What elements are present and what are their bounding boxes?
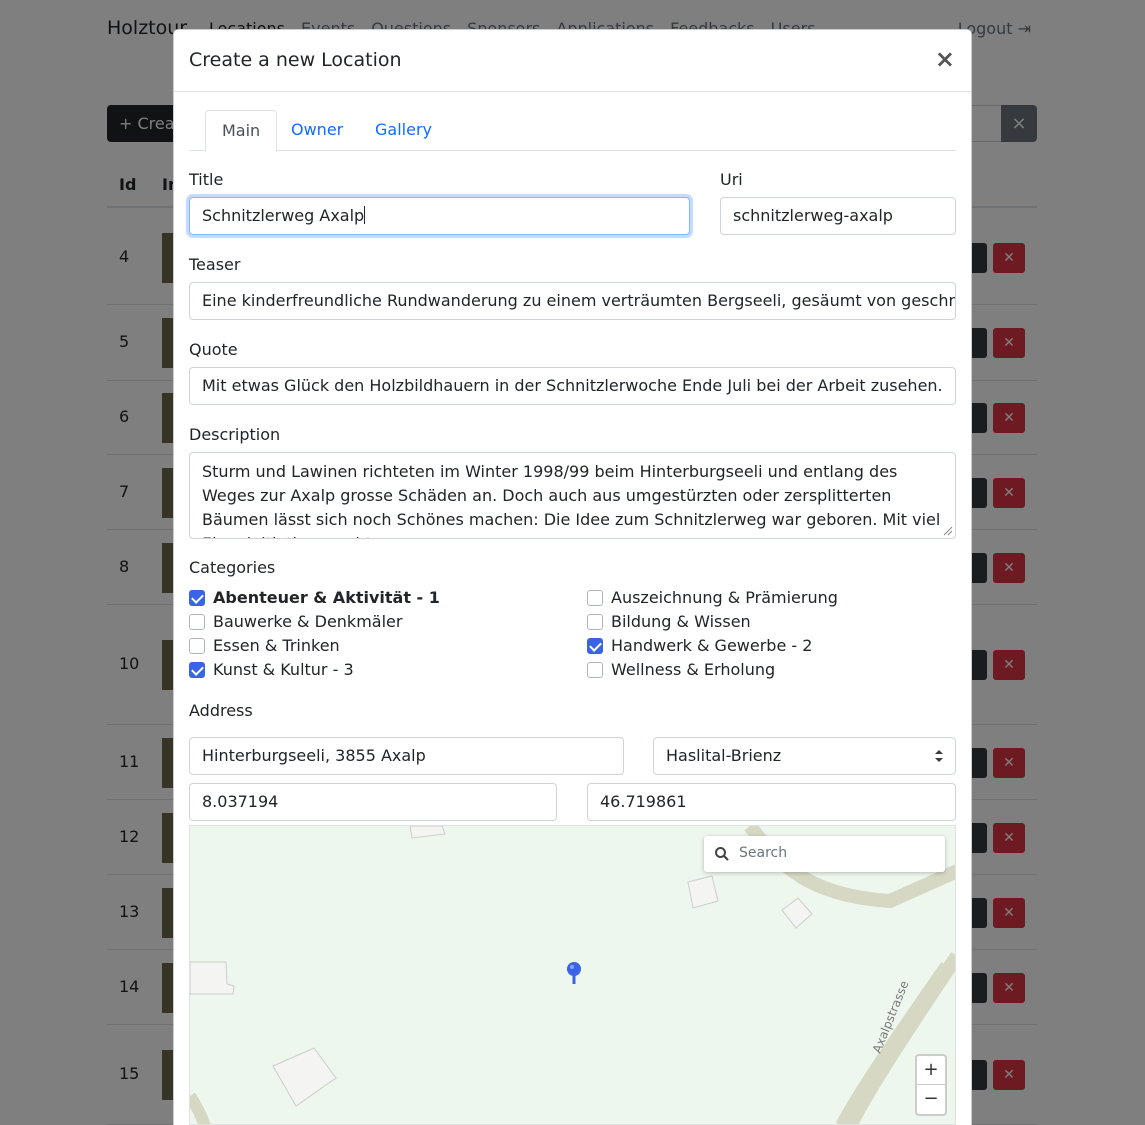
category-checkbox[interactable] — [587, 590, 603, 606]
quote-label: Quote — [189, 340, 238, 359]
categories-label: Categories — [189, 558, 276, 577]
title-input[interactable]: Schnitzlerweg Axalp — [189, 197, 690, 235]
category-checkbox[interactable] — [189, 590, 205, 606]
title-input-value: Schnitzlerweg Axalp — [202, 206, 365, 225]
zoom-in-button[interactable]: + — [917, 1056, 945, 1085]
search-icon — [715, 847, 729, 861]
map-road — [190, 1092, 211, 1124]
map-marker-icon[interactable] — [567, 962, 581, 984]
category-label: Auszeichnung & Prämierung — [611, 588, 838, 607]
map-building — [190, 961, 235, 995]
text-caret — [364, 206, 366, 224]
map-building — [409, 826, 446, 839]
location-map[interactable]: Axalpstrasse Search + − — [189, 825, 956, 1125]
close-button[interactable]: × — [935, 46, 955, 72]
modal-header: Create a new Location × — [174, 30, 971, 92]
map-search-box[interactable]: Search — [704, 836, 945, 872]
modal-title: Create a new Location — [189, 49, 402, 71]
uri-label: Uri — [720, 170, 743, 189]
category-label: Bauwerke & Denkmäler — [213, 612, 403, 631]
category-label: Essen & Trinken — [213, 636, 340, 655]
category-checkbox[interactable] — [587, 638, 603, 654]
address-label: Address — [189, 701, 253, 720]
tab-owner[interactable]: Owner — [275, 110, 359, 151]
category-checkbox[interactable] — [587, 662, 603, 678]
zoom-out-button[interactable]: − — [917, 1085, 945, 1114]
map-search-placeholder: Search — [739, 845, 788, 861]
teaser-label: Teaser — [189, 255, 241, 274]
region-select[interactable]: Haslital-Brienz — [653, 737, 956, 775]
category-label: Kunst & Kultur - 3 — [213, 660, 354, 679]
quote-input[interactable]: Mit etwas Glück den Holzbildhauern in de… — [189, 367, 956, 405]
select-arrows-icon — [935, 750, 943, 762]
description-textarea[interactable]: Sturm und Lawinen richteten im Winter 19… — [189, 452, 956, 539]
address-input[interactable]: Hinterburgseeli, 3855 Axalp — [189, 737, 624, 775]
resize-handle-icon[interactable] — [943, 526, 953, 536]
zoom-control: + − — [915, 1054, 947, 1116]
category-label: Bildung & Wissen — [611, 612, 751, 631]
category-label: Wellness & Erholung — [611, 660, 776, 679]
tab-main[interactable]: Main — [205, 110, 278, 152]
category-label: Abenteuer & Aktivität - 1 — [213, 588, 440, 607]
category-label: Handwerk & Gewerbe - 2 — [611, 636, 813, 655]
tab-gallery[interactable]: Gallery — [359, 110, 448, 151]
uri-input[interactable]: schnitzlerweg-axalp — [720, 197, 956, 235]
tab-bar: Main Owner Gallery — [189, 110, 956, 152]
map-building — [781, 897, 813, 929]
category-checkbox[interactable] — [189, 614, 205, 630]
category-checkbox[interactable] — [587, 614, 603, 630]
teaser-input[interactable]: Eine kinderfreundliche Rundwanderung zu … — [189, 282, 956, 320]
map-building — [687, 875, 719, 909]
description-label: Description — [189, 425, 281, 444]
longitude-input[interactable]: 8.037194 — [189, 783, 557, 821]
title-label: Title — [189, 170, 224, 189]
category-checkbox[interactable] — [189, 662, 205, 678]
category-checkbox[interactable] — [189, 638, 205, 654]
map-building — [272, 1047, 337, 1107]
region-select-value: Haslital-Brienz — [666, 746, 782, 765]
latitude-input[interactable]: 46.719861 — [587, 783, 956, 821]
description-text: Sturm und Lawinen richteten im Winter 19… — [202, 462, 941, 538]
create-location-modal: Create a new Location × Main Owner Galle… — [173, 29, 972, 1125]
